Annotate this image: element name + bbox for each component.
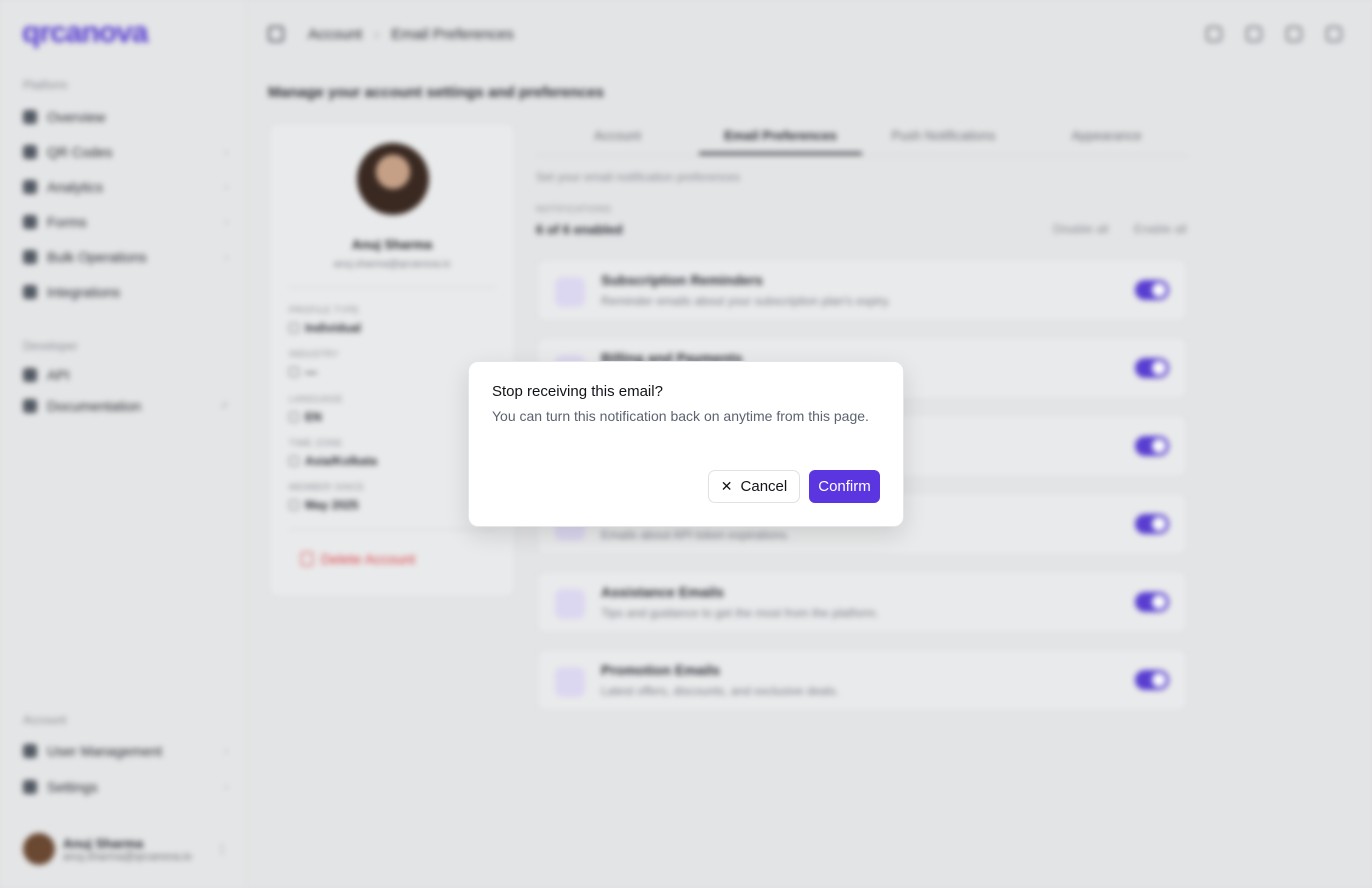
cancel-label: Cancel xyxy=(740,478,788,495)
dialog-description: You can turn this notification back on a… xyxy=(492,408,869,424)
confirm-button[interactable]: Confirm xyxy=(809,470,880,503)
confirm-dialog: Stop receiving this email? You can turn … xyxy=(468,361,904,527)
dialog-title: Stop receiving this email? xyxy=(492,383,663,400)
cancel-button[interactable]: ✕ Cancel xyxy=(708,470,800,503)
close-icon: ✕ xyxy=(720,478,733,494)
